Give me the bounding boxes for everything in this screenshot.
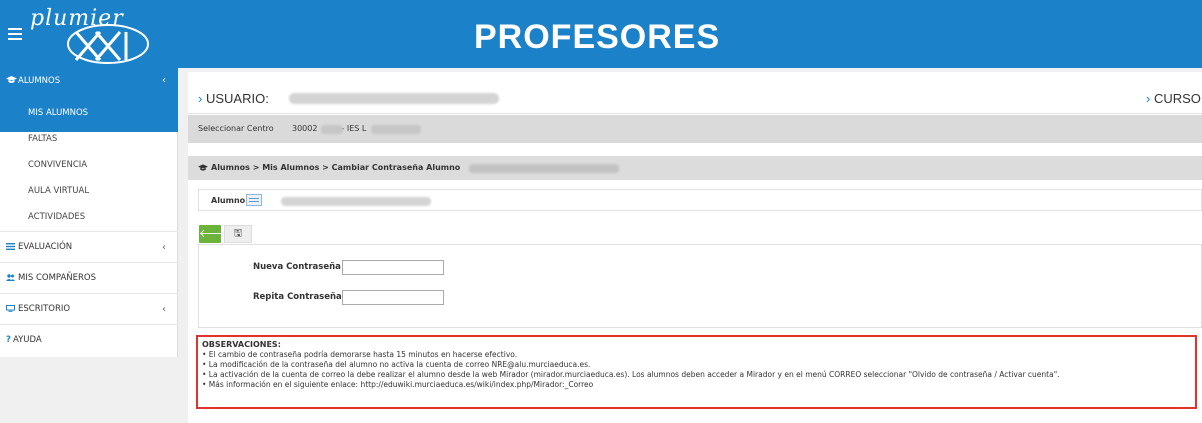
breadcrumb: Alumnos > Mis Alumnos > Cambiar Contrase… — [188, 156, 1202, 180]
password-form: Nueva Contraseña Repita Contraseña — [198, 244, 1202, 328]
observaciones-line[interactable]: • Más información en el siguiente enlace… — [202, 380, 1191, 390]
sidebar-item-mis-companeros[interactable]: MIS COMPAÑEROS — [0, 262, 178, 293]
observaciones-box: OBSERVACIONES: • El cambio de contraseña… — [196, 335, 1197, 409]
floppy-disk-icon: 🖫 — [233, 228, 243, 239]
breadcrumb-text: Alumnos > Mis Alumnos > Cambiar Contrase… — [198, 163, 460, 172]
curso-link[interactable]: › CURSO — [1146, 91, 1201, 106]
chevron-left-icon: ‹ — [162, 75, 166, 86]
sidebar-item-evaluacion[interactable]: EVALUACIÓN ‹ — [0, 231, 178, 262]
centro-name: - IES L — [341, 124, 367, 133]
save-button[interactable]: 🖫 — [224, 225, 252, 243]
question-icon: ? — [6, 335, 11, 345]
centro-selector-bar[interactable]: Seleccionar Centro 30002 - IES L — [188, 115, 1202, 143]
sidebar-item-label: ALUMNOS — [18, 76, 61, 86]
chevron-right-icon: › — [198, 91, 203, 106]
logo-text: plumier — [30, 6, 124, 31]
main-content: › USUARIO: › CURSO Seleccionar Centro 30… — [188, 72, 1202, 423]
graduation-cap-icon — [6, 76, 17, 83]
graduation-cap-icon — [198, 164, 208, 171]
observaciones-title: OBSERVACIONES: — [202, 340, 281, 349]
users-icon — [6, 274, 15, 281]
alumno-label: Alumno: — [211, 196, 249, 205]
usuario-label: › USUARIO: — [198, 91, 269, 106]
sidebar-item-faltas[interactable]: FALTAS — [0, 126, 178, 152]
usuario-text: USUARIO: — [205, 91, 269, 106]
redacted-alumno-name — [281, 197, 431, 206]
breadcrumb-label: Alumnos > Mis Alumnos > Cambiar Contrase… — [211, 163, 461, 172]
centro-code: 30002 — [292, 124, 318, 133]
sidebar-item-escritorio[interactable]: ESCRITORIO ‹ — [0, 293, 178, 324]
observaciones-line: • El cambio de contraseña podría demorar… — [202, 350, 518, 359]
plumier-logo[interactable]: plumier — [26, 4, 166, 64]
sidebar-item-actividades[interactable]: ACTIVIDADES — [0, 204, 178, 230]
alumno-bar: Alumno: — [198, 189, 1202, 211]
curso-text: CURSO — [1153, 91, 1201, 106]
redacted-centro-code — [321, 125, 343, 134]
sidebar-item-alumnos[interactable]: ALUMNOS ‹ — [0, 68, 178, 94]
observaciones-line: • La modificación de la contraseña del a… — [202, 360, 591, 369]
sidebar-item-aula-virtual[interactable]: AULA VIRTUAL — [0, 178, 178, 204]
monitor-icon — [6, 305, 15, 312]
new-password-label: Nueva Contraseña — [253, 262, 341, 272]
list-icon — [6, 243, 15, 250]
sidebar: ALUMNOS ‹ MIS ALUMNOS FALTAS CONVIVENCIA… — [0, 68, 178, 357]
new-password-input[interactable] — [342, 260, 444, 275]
id-card-icon[interactable] — [246, 194, 262, 206]
sidebar-item-label: MIS COMPAÑEROS — [18, 273, 97, 283]
redacted-student-name — [469, 164, 619, 173]
centro-label: Seleccionar Centro — [198, 124, 274, 133]
page-title: PROFESORES — [474, 18, 721, 56]
redacted-centro-name — [371, 125, 421, 134]
repeat-password-label: Repita Contraseña — [253, 292, 342, 302]
repeat-password-input[interactable] — [342, 290, 444, 305]
chevron-left-icon: ‹ — [162, 304, 166, 315]
chevron-right-icon: › — [1146, 91, 1151, 106]
chevron-left-icon: ‹ — [162, 242, 166, 253]
hamburger-menu-icon[interactable] — [8, 28, 22, 42]
redacted-username — [289, 93, 499, 104]
observaciones-line: • La activación de la cuenta de correo l… — [202, 370, 1060, 379]
sidebar-item-ayuda[interactable]: ? AYUDA — [0, 324, 178, 355]
user-bar: › USUARIO: › CURSO — [188, 72, 1202, 114]
sidebar-item-label: ESCRITORIO — [18, 304, 71, 314]
sidebar-item-label: EVALUACIÓN — [18, 242, 73, 252]
back-button[interactable]: 🡐 — [199, 225, 229, 243]
sidebar-item-mis-alumnos[interactable]: MIS ALUMNOS — [0, 100, 178, 126]
sidebar-item-convivencia[interactable]: CONVIVENCIA — [0, 152, 178, 178]
top-header: plumier PROFESORES — [0, 0, 1202, 68]
sidebar-item-label: AYUDA — [12, 335, 42, 345]
